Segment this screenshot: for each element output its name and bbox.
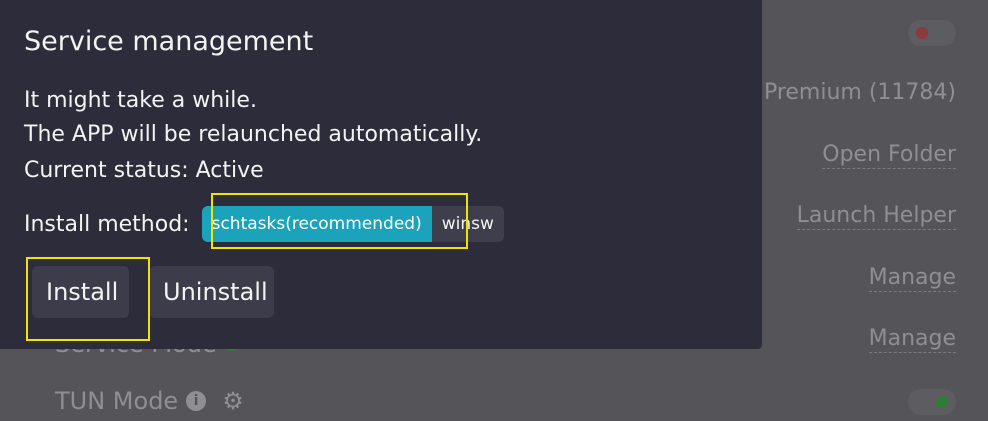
install-method-row: Install method: schtasks(recommended) wi… xyxy=(24,206,504,242)
method-option-winsw[interactable]: winsw xyxy=(432,206,504,242)
toggle-knob xyxy=(916,27,928,39)
current-status-text: Current status: Active xyxy=(24,158,264,183)
install-method-segmented: schtasks(recommended) winsw xyxy=(201,206,504,242)
toggle-knob xyxy=(936,396,948,408)
method-option-schtasks[interactable]: schtasks(recommended) xyxy=(201,206,432,242)
tun-mode-label: TUN Mode xyxy=(55,387,179,415)
info-line-1: It might take a while. xyxy=(24,88,257,113)
service-management-dialog: Service management It might take a while… xyxy=(0,0,762,349)
core-version-label: Premium (11784) xyxy=(763,80,956,105)
install-button[interactable]: Install xyxy=(32,266,129,318)
gear-icon[interactable]: ⚙ xyxy=(222,387,244,415)
manage-link-2[interactable]: Manage xyxy=(868,326,956,353)
tun-mode-row: TUN Mode i ⚙ xyxy=(55,387,244,415)
uninstall-button[interactable]: Uninstall xyxy=(149,266,274,318)
info-line-2: The APP will be relaunched automatically… xyxy=(24,122,483,147)
launch-helper-link[interactable]: Launch Helper xyxy=(796,203,956,230)
open-folder-link[interactable]: Open Folder xyxy=(822,142,956,169)
install-method-label: Install method: xyxy=(24,211,190,237)
manage-link-1[interactable]: Manage xyxy=(868,265,956,292)
tun-mode-toggle[interactable] xyxy=(908,389,956,415)
info-icon[interactable]: i xyxy=(186,391,207,411)
dialog-title: Service management xyxy=(24,26,314,57)
background-toggle-top[interactable] xyxy=(908,20,956,46)
